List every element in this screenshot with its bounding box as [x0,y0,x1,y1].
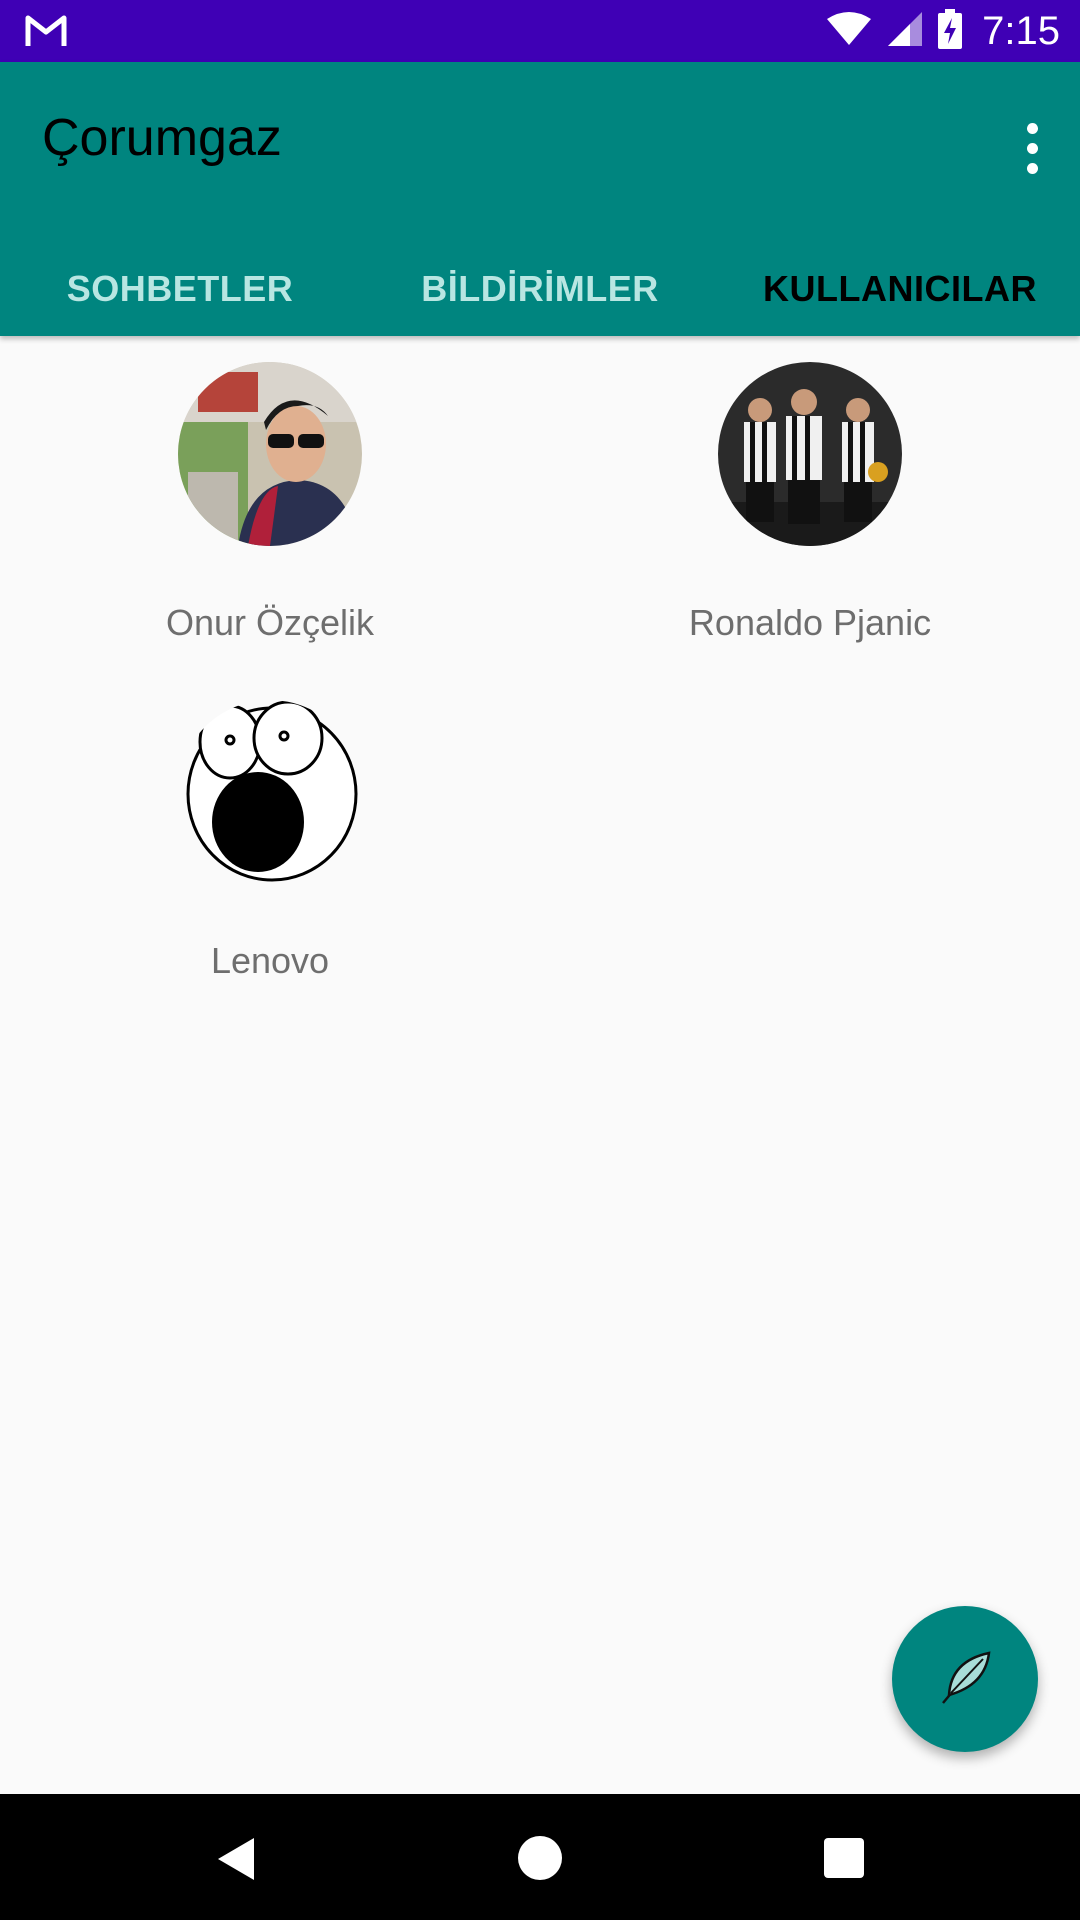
more-vert-icon[interactable] [1012,108,1052,188]
cell-signal-icon [886,10,924,53]
user-name: Ronaldo Pjanic [688,602,932,643]
gmail-icon [24,12,68,53]
user-item[interactable]: Lenovo [0,700,540,982]
compose-fab[interactable] [892,1606,1038,1752]
user-photo-avatar [178,362,362,546]
back-icon[interactable] [216,1836,256,1887]
home-icon[interactable] [518,1836,562,1880]
status-bar: 7:15 [0,0,1080,62]
navigation-bar [0,1794,1080,1920]
football-players-avatar [718,362,902,546]
user-name: Lenovo [210,940,330,981]
tab-bar: SOHBETLER BİLDİRİMLER KULLANICILAR [0,242,1080,336]
app-bar: Çorumgaz SOHBETLER BİLDİRİMLER KULLANICI… [0,62,1080,336]
tab-kullanicilar[interactable]: KULLANICILAR [720,242,1080,336]
recents-icon[interactable] [824,1838,864,1878]
tab-bildirimler[interactable]: BİLDİRİMLER [360,242,720,336]
status-icons: 7:15 [826,0,1060,62]
shocked-face-avatar [178,700,362,884]
feather-icon [933,1645,997,1714]
user-item[interactable]: Ronaldo Pjanic [540,362,1080,644]
user-item[interactable]: Onur Özçelik [0,362,540,644]
tab-sohbetler[interactable]: SOHBETLER [0,242,360,336]
app-title: Çorumgaz [42,109,282,167]
wifi-icon [826,11,872,52]
user-name: Onur Özçelik [165,602,375,643]
status-time: 7:15 [982,8,1060,53]
battery-charging-icon [938,8,963,54]
